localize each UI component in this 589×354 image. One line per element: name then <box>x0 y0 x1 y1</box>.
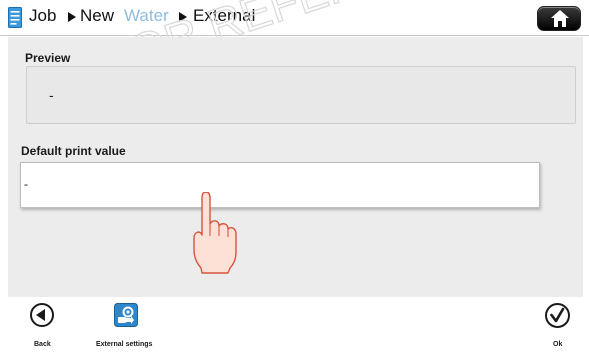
breadcrumb-separator-icon <box>179 12 187 22</box>
breadcrumb-separator-icon <box>68 12 76 22</box>
external-settings-label: External settings <box>96 341 153 348</box>
preview-value: - <box>49 87 54 103</box>
external-settings-button[interactable] <box>114 303 138 332</box>
breadcrumb-new[interactable]: New <box>80 6 114 26</box>
document-icon <box>8 7 22 28</box>
default-print-value-text: - <box>24 177 28 191</box>
back-arrow-icon <box>30 303 54 327</box>
preview-box: - <box>26 66 576 124</box>
home-button[interactable] <box>537 6 581 31</box>
touch-hand-icon <box>193 192 237 274</box>
footer-bar: Back External settings Ok <box>0 297 589 354</box>
home-icon <box>551 10 569 27</box>
breadcrumb-water[interactable]: Water <box>124 6 169 26</box>
checkmark-icon <box>545 303 570 328</box>
ok-label: Ok <box>553 341 563 348</box>
main-panel: Preview - Default print value - <box>8 37 583 297</box>
ok-button[interactable] <box>545 303 570 333</box>
default-print-value-field[interactable]: - <box>20 162 540 208</box>
title-bar: Job New Water External <box>0 0 589 36</box>
back-button[interactable] <box>30 303 54 332</box>
breadcrumb-external: External <box>193 6 256 25</box>
default-print-value-label: Default print value <box>21 144 126 158</box>
breadcrumb-job[interactable]: Job <box>29 6 56 26</box>
preview-label: Preview <box>25 51 71 65</box>
back-label: Back <box>34 341 51 348</box>
external-settings-icon <box>114 303 138 327</box>
